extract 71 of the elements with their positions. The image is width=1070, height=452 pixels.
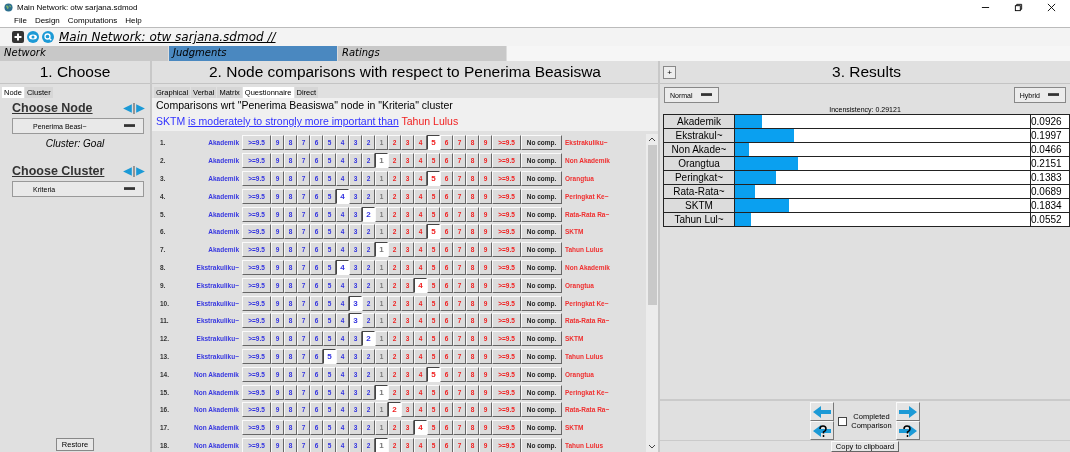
scale-button[interactable]: 1	[375, 153, 388, 169]
globe-icon	[4, 2, 13, 12]
result-name: Tahun Lul~	[664, 213, 735, 226]
scroll-up-icon[interactable]	[648, 137, 656, 142]
choose-cluster-label: Choose Cluster	[12, 164, 105, 178]
next-button[interactable]	[895, 402, 920, 421]
restore-icon[interactable]	[1014, 2, 1023, 12]
dropdown-bar-icon	[124, 187, 135, 191]
plus-icon[interactable]	[12, 31, 24, 43]
scale-button[interactable]: 5	[427, 171, 440, 186]
scale-button[interactable]: 4	[414, 277, 427, 293]
mode-tab[interactable]: Judgments	[169, 46, 338, 61]
search-icon[interactable]	[42, 31, 54, 43]
choose-node-label: Choose Node	[12, 101, 93, 115]
scrollbar[interactable]	[646, 134, 658, 452]
scale-button[interactable]: 2	[362, 331, 375, 347]
menu-item[interactable]: Computations	[67, 16, 118, 25]
dropdown-bar-icon	[700, 93, 712, 97]
scale-button[interactable]: 5	[427, 135, 440, 151]
scale-button[interactable]: 2	[362, 206, 375, 222]
window-title: Main Network: otw sarjana.sdmod	[17, 2, 138, 12]
scale-button[interactable]: 1	[375, 437, 388, 452]
comparison-caption: Comparisons wrt "Penerima Beasiswa" node in "Kriteria" cluster	[152, 98, 658, 111]
priority-value: 0.2151	[1031, 157, 1069, 170]
scale-button[interactable]: 3	[349, 313, 362, 329]
previous-button[interactable]	[810, 402, 835, 421]
scale-button[interactable]: 5	[427, 366, 440, 382]
network-title[interactable]: Main Network: otw sarjana.sdmod //	[59, 30, 276, 44]
scale-button[interactable]: 4	[336, 188, 349, 204]
next-help-button[interactable]	[895, 421, 920, 440]
result-name: Peringkat~	[664, 171, 735, 184]
priority-value: 0.1834	[1031, 199, 1069, 212]
scale-button[interactable]: 1	[375, 242, 388, 258]
dropdown-bar-icon	[1048, 93, 1059, 97]
verdict-link[interactable]: is moderately to strongly more important than	[188, 115, 399, 127]
previous-help-button[interactable]	[810, 421, 835, 440]
scale-button[interactable]: 5	[323, 348, 336, 364]
priority-value: 0.0689	[1031, 185, 1069, 198]
scroll-down-icon[interactable]	[648, 444, 656, 449]
section-heading: 3. Results	[831, 62, 902, 82]
mode-tab[interactable]: Network	[0, 46, 169, 61]
priority-value: 0.1383	[1031, 171, 1069, 184]
result-name: Non Akade~	[664, 143, 735, 156]
scale-button[interactable]: 5	[427, 224, 440, 240]
completed-checkbox[interactable]	[838, 416, 848, 426]
cluster-note: Cluster: Goal	[44, 138, 106, 149]
section-heading: 1. Choose	[0, 61, 150, 84]
section-heading: 2. Node comparisons with respect to Penerima Beasiswa	[152, 61, 658, 84]
scroll-thumb[interactable]	[647, 145, 657, 305]
close-icon[interactable]	[1047, 2, 1056, 12]
menu-item[interactable]: File	[14, 16, 27, 25]
result-name: Rata-Rata~	[664, 185, 735, 198]
scale-button[interactable]: 4	[336, 259, 349, 275]
dropdown-bar-icon	[124, 124, 135, 128]
verdict-sentence: SKTM is moderately to strongly more important than Tahun Lulus	[156, 115, 459, 127]
result-name: Akademik	[664, 115, 735, 128]
result-name: Ekstrakul~	[664, 129, 735, 142]
mode-tab[interactable]: Ratings	[338, 46, 507, 61]
expand-button[interactable]: +	[663, 65, 676, 79]
result-name: SKTM	[664, 199, 735, 212]
result-name: Orangtua	[664, 157, 735, 170]
priority-value: 0.0466	[1031, 143, 1069, 156]
scale-button[interactable]: 2	[388, 402, 401, 418]
menu-item[interactable]: Help	[125, 16, 142, 25]
scale-button[interactable]: 1	[375, 384, 388, 400]
scale-button[interactable]: 3	[349, 295, 362, 311]
menu-item[interactable]: Design	[34, 16, 60, 25]
priority-value: 0.1997	[1031, 129, 1069, 142]
priority-value: 0.0552	[1031, 213, 1069, 226]
priority-value: 0.0926	[1031, 115, 1069, 128]
scale-button[interactable]: 4	[414, 420, 427, 436]
